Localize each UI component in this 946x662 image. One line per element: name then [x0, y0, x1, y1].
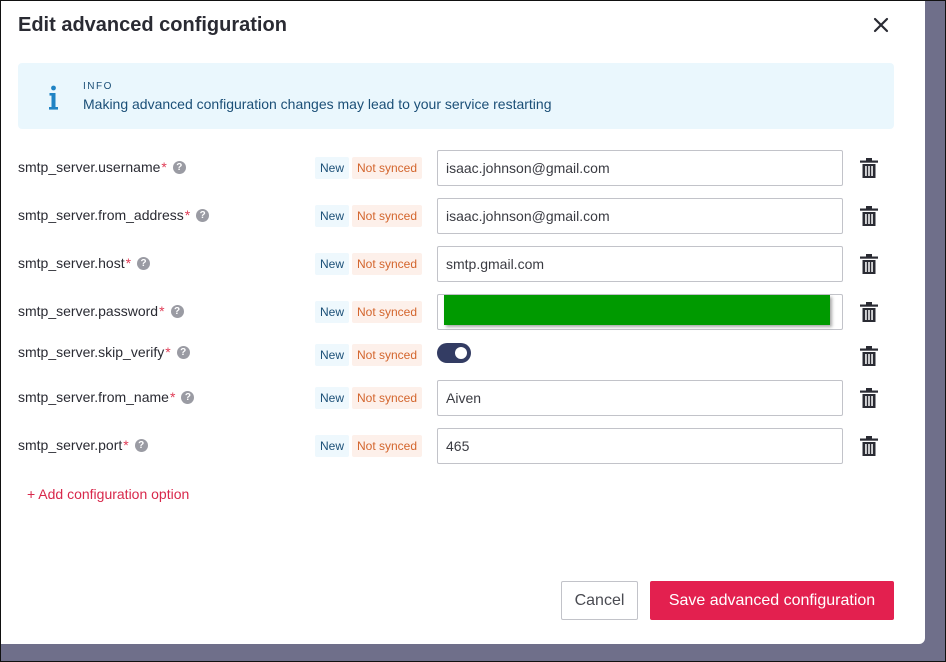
password-input[interactable] — [437, 294, 843, 330]
required-marker: * — [159, 303, 165, 319]
from-name-input[interactable]: Aiven — [437, 380, 843, 416]
help-icon[interactable]: ? — [176, 345, 190, 359]
config-key-text: smtp_server.host — [18, 255, 125, 271]
not-synced-badge: Not synced — [352, 387, 423, 409]
advanced-config-dialog: Edit advanced configuration INFO Making … — [1, 1, 925, 644]
config-key-label: smtp_server.password *? — [18, 303, 184, 319]
config-key-label: smtp_server.skip_verify *? — [18, 344, 190, 360]
new-badge: New — [315, 435, 350, 457]
help-icon[interactable]: ? — [181, 390, 195, 404]
close-icon[interactable] — [869, 13, 893, 37]
config-row-from-name: smtp_server.from_name *? New Not synced A… — [18, 379, 898, 419]
info-banner: INFO Making advanced configuration chang… — [18, 63, 894, 129]
not-synced-badge: Not synced — [352, 301, 423, 323]
config-row-skip-verify: smtp_server.skip_verify *? New Not synced — [18, 341, 898, 381]
redaction-block — [444, 295, 830, 325]
trash-icon[interactable] — [860, 436, 878, 456]
from-address-input[interactable]: isaac.johnson@gmail.com — [437, 198, 843, 234]
config-row-password: smtp_server.password *? New Not synced — [18, 293, 898, 333]
not-synced-badge: Not synced — [352, 344, 423, 366]
config-key-label: smtp_server.username *? — [18, 159, 186, 175]
config-key-text: smtp_server.username — [18, 159, 161, 175]
info-label: INFO — [83, 81, 113, 92]
new-badge: New — [315, 301, 350, 323]
host-input[interactable]: smtp.gmail.com — [437, 246, 843, 282]
config-row-port: smtp_server.port *? New Not synced 465 — [18, 427, 898, 467]
dialog-title: Edit advanced configuration — [18, 14, 287, 36]
config-row-from-address: smtp_server.from_address *? New Not synce… — [18, 197, 898, 237]
help-icon[interactable]: ? — [170, 304, 184, 318]
config-key-text: smtp_server.password — [18, 303, 159, 319]
required-marker: * — [169, 389, 176, 405]
required-marker: * — [184, 207, 191, 223]
toggle-knob — [455, 347, 467, 359]
info-message: Making advanced configuration changes ma… — [83, 96, 552, 112]
required-marker: * — [123, 437, 129, 453]
config-key-label: smtp_server.from_address *? — [18, 207, 210, 223]
required-marker: * — [165, 344, 171, 360]
config-row-host: smtp_server.host *? New Not synced smtp.g… — [18, 245, 898, 285]
cancel-button[interactable]: Cancel — [561, 581, 638, 620]
config-key-label: smtp_server.port *? — [18, 437, 148, 453]
trash-icon[interactable] — [860, 254, 878, 274]
required-marker: * — [125, 255, 132, 271]
config-key-text: smtp_server.from_address — [18, 207, 184, 223]
help-icon[interactable]: ? — [172, 160, 186, 174]
username-input[interactable]: isaac.johnson@gmail.com — [437, 150, 843, 186]
trash-icon[interactable] — [860, 158, 878, 178]
info-icon — [49, 85, 58, 110]
not-synced-badge: Not synced — [352, 253, 423, 275]
config-key-text: smtp_server.skip_verify — [18, 344, 165, 360]
new-badge: New — [315, 157, 350, 179]
config-key-text: smtp_server.from_name — [18, 389, 169, 405]
new-badge: New — [315, 344, 350, 366]
skip-verify-toggle[interactable] — [437, 343, 471, 363]
not-synced-badge: Not synced — [352, 435, 423, 457]
trash-icon[interactable] — [860, 346, 878, 366]
config-key-label: smtp_server.host *? — [18, 255, 151, 271]
config-key-label: smtp_server.from_name *? — [18, 389, 195, 405]
config-row-username: smtp_server.username *? New Not synced is… — [18, 149, 898, 189]
port-input[interactable]: 465 — [437, 428, 843, 464]
help-icon[interactable]: ? — [137, 256, 151, 270]
save-advanced-configuration-button[interactable]: Save advanced configuration — [650, 581, 894, 620]
new-badge: New — [315, 205, 350, 227]
trash-icon[interactable] — [860, 302, 878, 322]
required-marker: * — [161, 159, 167, 175]
new-badge: New — [315, 253, 350, 275]
help-icon[interactable]: ? — [196, 208, 210, 222]
config-key-text: smtp_server.port — [18, 437, 123, 453]
new-badge: New — [315, 387, 350, 409]
trash-icon[interactable] — [860, 388, 878, 408]
not-synced-badge: Not synced — [352, 157, 423, 179]
add-configuration-option-link[interactable]: + Add configuration option — [27, 486, 189, 502]
not-synced-badge: Not synced — [352, 205, 423, 227]
trash-icon[interactable] — [860, 206, 878, 226]
help-icon[interactable]: ? — [134, 438, 148, 452]
